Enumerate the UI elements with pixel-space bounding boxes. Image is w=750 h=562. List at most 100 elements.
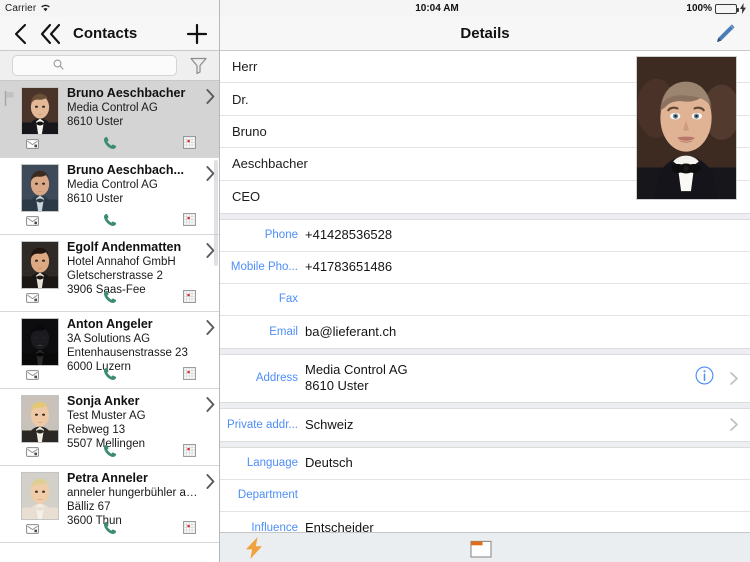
- list-scrollbar[interactable]: [214, 160, 218, 266]
- contact-mail-button[interactable]: [26, 136, 39, 154]
- contact-field-row[interactable]: Mobile Pho... +41783651486: [220, 252, 750, 284]
- plus-icon: [186, 23, 208, 44]
- status-time: 10:04 AM: [415, 3, 459, 14]
- contact-name: Bruno Aeschbach...: [67, 163, 184, 177]
- contact-name: Egolf Andenmatten: [67, 240, 182, 254]
- contact-field-label: Fax: [278, 293, 298, 306]
- contact-detail-line: 8610 Uster: [67, 116, 124, 128]
- search-input[interactable]: [13, 59, 176, 72]
- extra-fields-section: Language Deutsch Department Influence Ent…: [220, 447, 750, 544]
- avatar-sonja-anker: [21, 395, 59, 443]
- address-value: Media Control AG 8610 Uster: [298, 362, 695, 394]
- chevron-right-icon: [205, 320, 214, 335]
- contact-mail-button[interactable]: [26, 213, 39, 231]
- contact-list-item[interactable]: Anton Angeler 3A Solutions AG Entenhausen…: [0, 312, 219, 389]
- contact-calendar-button[interactable]: [183, 444, 196, 462]
- filter-funnel-icon: [189, 57, 207, 75]
- info-circle-icon[interactable]: [695, 366, 714, 390]
- contact-phone-button[interactable]: [103, 290, 117, 309]
- contact-field-label: Mobile Pho...: [230, 261, 298, 274]
- extra-field-label: Language: [246, 457, 298, 470]
- pencil-edit-icon: [717, 23, 735, 42]
- contact-name: Sonja Anker: [67, 394, 140, 408]
- contact-calendar-button[interactable]: [183, 367, 196, 385]
- avatar-egolf-andenmatten: [21, 241, 59, 289]
- charging-bolt-icon: [740, 3, 746, 14]
- contact-calendar-button[interactable]: [183, 521, 196, 539]
- chevron-left-icon: [14, 23, 27, 44]
- calendar-icon: [183, 444, 196, 457]
- phone-icon: [103, 213, 117, 226]
- address-line-2: 8610 Uster: [305, 378, 369, 394]
- address-line-1: Media Control AG: [305, 362, 408, 378]
- contact-name: Bruno Aeschbacher: [67, 86, 186, 100]
- contact-name: Petra Anneler: [67, 471, 148, 485]
- phone-icon: [103, 444, 117, 457]
- mail-icon: [26, 447, 39, 457]
- contact-phone-button[interactable]: [103, 444, 117, 463]
- search-field-wrap[interactable]: [12, 55, 177, 76]
- avatar-bruno-aeschbacher: [21, 87, 59, 135]
- name-field-value: Aeschbacher: [232, 156, 308, 172]
- contact-phone-button[interactable]: [103, 367, 117, 386]
- name-field-value: Dr.: [232, 91, 249, 107]
- contact-list-item[interactable]: Petra Anneler anneler hungerbühler ag...…: [0, 466, 219, 543]
- mail-icon: [26, 216, 39, 226]
- status-bar-right: 10:04 AM 100%: [220, 0, 750, 17]
- details-body: Herr Dr. Bruno Aeschbacher CEO Phone +414285…: [220, 51, 750, 562]
- contact-list-item[interactable]: Sonja Anker Test Muster AG Rebweg 13 5507 …: [0, 389, 219, 466]
- address-section: Address Media Control AG 8610 Uster: [220, 354, 750, 402]
- page-title: Contacts: [73, 25, 138, 42]
- name-section: Herr Dr. Bruno Aeschbacher CEO: [220, 51, 750, 213]
- contact-detail-line: Media Control AG: [67, 102, 158, 114]
- extra-field-row[interactable]: Department: [220, 480, 750, 512]
- contact-list-item[interactable]: Bruno Aeschbach... Media Control AG 8610 …: [0, 158, 219, 235]
- address-chevron-right-icon[interactable]: [728, 372, 740, 385]
- contact-name: Anton Angeler: [67, 317, 153, 331]
- contact-calendar-button[interactable]: [183, 290, 196, 308]
- contact-calendar-button[interactable]: [183, 136, 196, 154]
- contact-detail-line: Bälliz 67: [67, 501, 111, 513]
- private-address-row[interactable]: Private addr... Schweiz: [220, 409, 750, 441]
- contact-mail-button[interactable]: [26, 521, 39, 539]
- calendar-icon: [183, 367, 196, 380]
- add-contact-button[interactable]: [186, 23, 208, 45]
- note-folder-button[interactable]: [470, 538, 492, 562]
- contact-field-row[interactable]: Fax: [220, 284, 750, 316]
- contact-phone-button[interactable]: [103, 136, 117, 155]
- contact-detail-line: 3A Solutions AG: [67, 333, 151, 345]
- contact-field-row[interactable]: Email ba@lieferant.ch: [220, 316, 750, 348]
- details-navbar: Details: [220, 17, 750, 51]
- contact-phone-button[interactable]: [103, 521, 117, 540]
- calendar-icon: [183, 213, 196, 226]
- back-button[interactable]: [12, 23, 28, 45]
- extra-field-row[interactable]: Language Deutsch: [220, 448, 750, 480]
- filter-button[interactable]: [181, 53, 215, 79]
- private-address-chevron-right-icon[interactable]: [728, 418, 740, 432]
- contact-mail-button[interactable]: [26, 290, 39, 308]
- contact-detail-line: Test Muster AG: [67, 410, 146, 422]
- contact-list[interactable]: Bruno Aeschbacher Media Control AG 8610 U…: [0, 81, 219, 562]
- back-to-root-button[interactable]: [40, 23, 62, 45]
- chevron-right-icon: [205, 474, 214, 489]
- contact-mail-button[interactable]: [26, 367, 39, 385]
- contact-mail-button[interactable]: [26, 444, 39, 462]
- contact-list-item[interactable]: Bruno Aeschbacher Media Control AG 8610 U…: [0, 81, 219, 158]
- contacts-pane: Carrier Contacts Bruno Aeschbacher Media…: [0, 0, 220, 562]
- contacts-navbar: Contacts: [0, 17, 219, 51]
- chevron-double-left-icon: [40, 23, 61, 44]
- phone-icon: [103, 136, 117, 149]
- contact-detail-line: Hotel Annahof GmbH: [67, 256, 176, 268]
- section-divider-3: [220, 401, 750, 409]
- contact-field-row[interactable]: Phone +41428536528: [220, 220, 750, 252]
- private-address-section: Private addr... Schweiz: [220, 408, 750, 441]
- lightning-bolt-button[interactable]: [244, 537, 264, 562]
- contact-list-item[interactable]: Egolf Andenmatten Hotel Annahof GmbH Glet…: [0, 235, 219, 312]
- extra-field-label: Department: [237, 489, 298, 502]
- address-label: Address: [255, 372, 298, 385]
- edit-button[interactable]: [712, 21, 738, 47]
- address-row[interactable]: Address Media Control AG 8610 Uster: [220, 355, 750, 402]
- wifi-icon: [40, 3, 51, 15]
- contact-phone-button[interactable]: [103, 213, 117, 232]
- contact-calendar-button[interactable]: [183, 213, 196, 231]
